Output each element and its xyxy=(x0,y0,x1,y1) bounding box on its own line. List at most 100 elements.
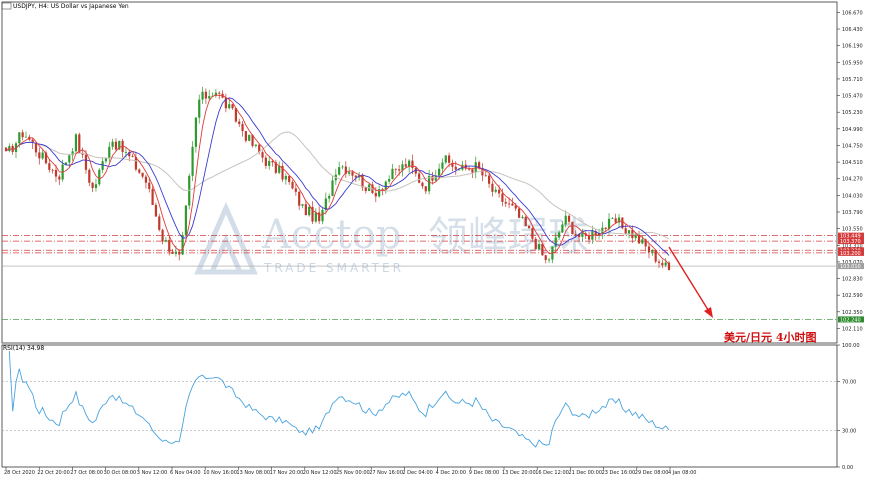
candle-body xyxy=(94,184,98,189)
candle-body xyxy=(164,240,168,242)
candle-body xyxy=(418,173,421,183)
candle-body xyxy=(154,205,158,217)
candle-body xyxy=(68,155,71,163)
candle-body xyxy=(398,169,401,171)
candle-body xyxy=(517,208,521,218)
y-tick-label: 106.430 xyxy=(842,27,863,33)
candle-body xyxy=(148,182,151,189)
candle-body xyxy=(448,155,451,163)
candle-body xyxy=(471,169,474,173)
candle-body xyxy=(641,239,644,244)
candle-body xyxy=(567,215,571,222)
candle-body xyxy=(234,108,237,122)
candle-body xyxy=(241,124,244,132)
candle-body xyxy=(524,216,527,226)
x-tick-label: 13 Nov 08:00 xyxy=(236,470,270,476)
y-tick-label: 102.830 xyxy=(842,277,863,283)
candle-body xyxy=(88,169,91,183)
x-tick-label: 29 Dec 08:00 xyxy=(635,470,669,476)
x-tick-label: 13 Dec 20:00 xyxy=(502,470,536,476)
price-level-label: 102.240 xyxy=(840,317,861,323)
candle-body xyxy=(244,131,247,141)
candle-body xyxy=(284,175,287,180)
candle-body xyxy=(487,175,491,184)
candle-body xyxy=(111,141,114,147)
candle-body xyxy=(484,175,487,177)
candle-body xyxy=(331,180,334,196)
x-tick-label: 4 Jan 08:00 xyxy=(668,470,696,476)
candle-body xyxy=(351,172,354,176)
candle-body xyxy=(21,132,24,138)
candle-body xyxy=(174,251,178,254)
candle-body xyxy=(571,221,574,235)
price-level-label: 103.010 xyxy=(840,264,861,270)
y-tick-label: 102.350 xyxy=(842,310,863,316)
candle-body xyxy=(627,230,631,234)
candle-body xyxy=(338,167,341,175)
candle-body xyxy=(654,250,657,262)
candle-body xyxy=(131,156,134,158)
candle-body xyxy=(141,172,144,177)
x-tick-label: 25 Nov 00:00 xyxy=(336,470,370,476)
y-tick-label: 105.950 xyxy=(842,60,863,66)
candle-body xyxy=(268,160,271,166)
candle-body xyxy=(24,136,28,138)
candle-body xyxy=(308,206,311,216)
candle-body xyxy=(601,227,604,234)
x-tick-label: 27 Oct 08:00 xyxy=(70,470,103,476)
candle-body xyxy=(651,250,654,253)
candle-body xyxy=(51,169,54,171)
y-tick-label: 104.750 xyxy=(842,143,863,149)
candle-body xyxy=(48,163,51,170)
candle-body xyxy=(454,166,457,170)
candle-body xyxy=(74,134,78,152)
candle-body xyxy=(581,233,584,237)
candle-body xyxy=(98,169,101,185)
candle-body xyxy=(394,168,397,170)
mt4-chart-window: Acctop 领峰環球 TRADE SMARTER USDJPY, H4: US… xyxy=(0,0,870,478)
candle-body xyxy=(544,255,547,260)
y-tick-label: 103.790 xyxy=(842,210,863,216)
candle-body xyxy=(201,91,204,100)
y-tick-label: 105.710 xyxy=(842,77,863,83)
y-tick-label: 105.230 xyxy=(842,110,863,116)
x-tick-label: 10 Nov 16:00 xyxy=(203,470,237,476)
candle-body xyxy=(321,209,324,222)
candle-body xyxy=(314,212,317,222)
candle-body xyxy=(288,175,291,183)
rsi-tick-label: 0.00 xyxy=(842,465,853,471)
candle-body xyxy=(178,251,181,255)
candle-body xyxy=(491,183,494,192)
y-tick-label: 104.510 xyxy=(842,160,863,166)
candle-body xyxy=(231,104,234,109)
candle-body xyxy=(531,228,534,239)
candle-body xyxy=(114,141,118,150)
candle-body xyxy=(144,176,148,183)
y-tick-label: 104.990 xyxy=(842,127,863,133)
candle-body xyxy=(161,229,164,242)
candle-body xyxy=(557,232,561,238)
candle-body xyxy=(54,169,58,177)
candle-body xyxy=(534,238,537,250)
candle-body xyxy=(438,168,441,176)
candle-body xyxy=(541,244,544,256)
candle-body xyxy=(248,134,251,141)
x-tick-label: 20 Nov 12:00 xyxy=(303,470,337,476)
x-tick-label: 27 Nov 16:00 xyxy=(369,470,403,476)
x-tick-label: 30 Oct 08:00 xyxy=(104,470,137,476)
candle-body xyxy=(348,172,351,174)
y-tick-label: 105.470 xyxy=(842,94,863,100)
candle-body xyxy=(547,259,551,261)
candle-body xyxy=(124,152,128,153)
candle-body xyxy=(254,144,257,146)
candle-body xyxy=(341,166,344,168)
candle-body xyxy=(381,189,384,190)
candle-body xyxy=(191,146,194,176)
candle-body xyxy=(328,195,331,199)
candle-body xyxy=(294,188,297,192)
candle-body xyxy=(41,152,44,159)
candle-body xyxy=(318,212,321,222)
candle-body xyxy=(58,176,61,180)
candle-body xyxy=(184,205,188,236)
candle-body xyxy=(604,227,607,229)
